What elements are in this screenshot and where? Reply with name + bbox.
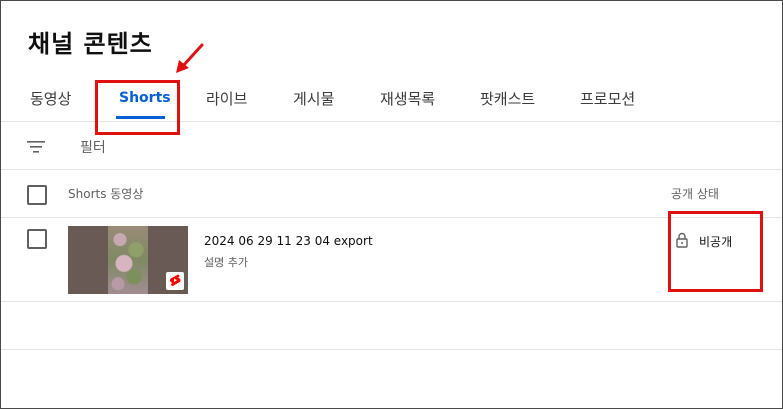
annotation-box-visibility — [668, 211, 763, 292]
filter-divider — [1, 169, 782, 170]
filter-input[interactable]: 필터 — [80, 137, 106, 157]
annotation-arrow-icon — [176, 43, 204, 73]
row-divider — [1, 301, 782, 302]
tab-promotions[interactable]: 프로모션 — [580, 88, 635, 109]
footer-divider — [1, 349, 782, 350]
thumbnail-image — [108, 226, 148, 294]
column-header-visibility: 공개 상태 — [671, 187, 719, 201]
tab-live[interactable]: 라이브 — [206, 88, 247, 109]
shorts-icon — [166, 272, 184, 290]
row-checkbox[interactable] — [27, 229, 47, 249]
page-title: 채널 콘텐츠 — [28, 30, 153, 58]
annotation-box-shorts-tab — [95, 80, 180, 135]
header-divider — [1, 217, 782, 218]
video-title[interactable]: 2024 06 29 11 23 04 export — [204, 234, 373, 248]
filter-icon[interactable] — [27, 140, 45, 154]
tab-podcasts[interactable]: 팟캐스트 — [480, 88, 535, 109]
tab-playlists[interactable]: 재생목록 — [380, 88, 435, 109]
window-frame — [0, 0, 783, 409]
tab-posts[interactable]: 게시물 — [293, 88, 334, 109]
select-all-checkbox[interactable] — [27, 185, 47, 205]
tab-videos[interactable]: 동영상 — [30, 88, 71, 109]
column-header-shorts-video: Shorts 동영상 — [68, 187, 144, 201]
add-description-link[interactable]: 설명 추가 — [204, 254, 248, 270]
video-thumbnail[interactable] — [68, 226, 188, 294]
